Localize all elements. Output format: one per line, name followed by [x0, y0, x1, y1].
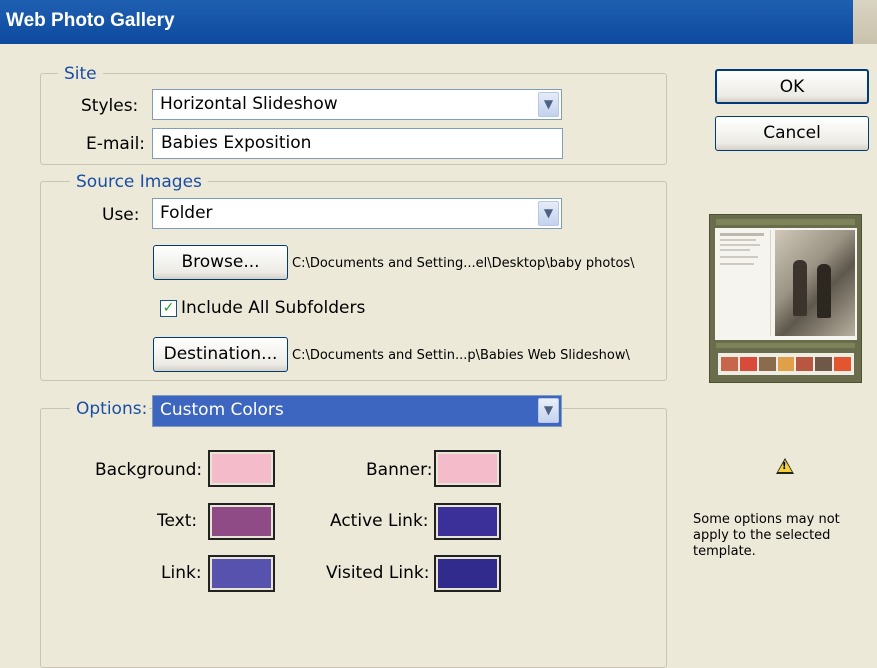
visited-link-color-swatch[interactable]: [434, 555, 501, 592]
styles-label: Styles:: [81, 96, 139, 116]
email-label: E-mail:: [86, 134, 146, 154]
chevron-down-icon[interactable]: ▼: [538, 92, 559, 117]
site-legend: Site: [58, 64, 103, 84]
preview-photo: [775, 230, 855, 336]
background-color-swatch[interactable]: [208, 450, 275, 487]
options-select-value: Custom Colors: [160, 400, 284, 420]
warning-icon: !: [776, 458, 794, 474]
banner-color-label: Banner:: [366, 460, 433, 480]
use-select-value: Folder: [160, 203, 213, 223]
include-subfolders-checkbox[interactable]: ✓: [160, 300, 177, 317]
source-images-legend: Source Images: [70, 172, 208, 192]
cancel-button[interactable]: Cancel: [715, 116, 869, 151]
active-link-color-swatch[interactable]: [434, 503, 501, 540]
text-color-label: Text:: [157, 511, 198, 531]
include-subfolders-label[interactable]: Include All Subfolders: [181, 298, 365, 318]
link-color-label: Link:: [161, 563, 202, 583]
use-select[interactable]: Folder ▼: [152, 198, 562, 229]
ok-button[interactable]: OK: [715, 69, 869, 104]
preview-thumbnail-strip: [718, 353, 854, 375]
options-select[interactable]: Custom Colors ▼: [152, 395, 562, 427]
email-field[interactable]: Babies Exposition: [152, 128, 563, 159]
background-color-label: Background:: [95, 460, 203, 480]
warning-message: Some options may not apply to the select…: [693, 512, 840, 559]
window-title: Web Photo Gallery: [6, 10, 175, 31]
destination-button[interactable]: Destination...: [153, 337, 288, 372]
styles-select-value: Horizontal Slideshow: [160, 94, 338, 114]
preview-footer-bar: [716, 343, 855, 348]
text-color-swatch[interactable]: [208, 503, 275, 540]
title-bar-corner: [853, 0, 877, 44]
browse-path: C:\Documents and Setting...el\Desktop\ba…: [292, 256, 635, 271]
chevron-down-icon[interactable]: ▼: [538, 201, 559, 226]
preview-text-column: [717, 230, 771, 336]
options-legend: Options:: [70, 399, 150, 419]
destination-path: C:\Documents and Settin...p\Babies Web S…: [292, 348, 630, 363]
visited-link-color-label: Visited Link:: [326, 563, 430, 583]
active-link-color-label: Active Link:: [330, 511, 429, 531]
link-color-swatch[interactable]: [208, 555, 275, 592]
title-bar: Web Photo Gallery: [0, 0, 877, 44]
template-preview-image: [709, 214, 862, 383]
chevron-down-icon[interactable]: ▼: [538, 398, 559, 423]
preview-page: [715, 228, 857, 340]
options-group: [40, 408, 667, 668]
banner-color-swatch[interactable]: [434, 450, 501, 487]
browse-button[interactable]: Browse...: [153, 245, 288, 280]
use-label: Use:: [102, 205, 140, 225]
styles-select[interactable]: Horizontal Slideshow ▼: [152, 89, 562, 120]
preview-banner: [716, 219, 855, 225]
